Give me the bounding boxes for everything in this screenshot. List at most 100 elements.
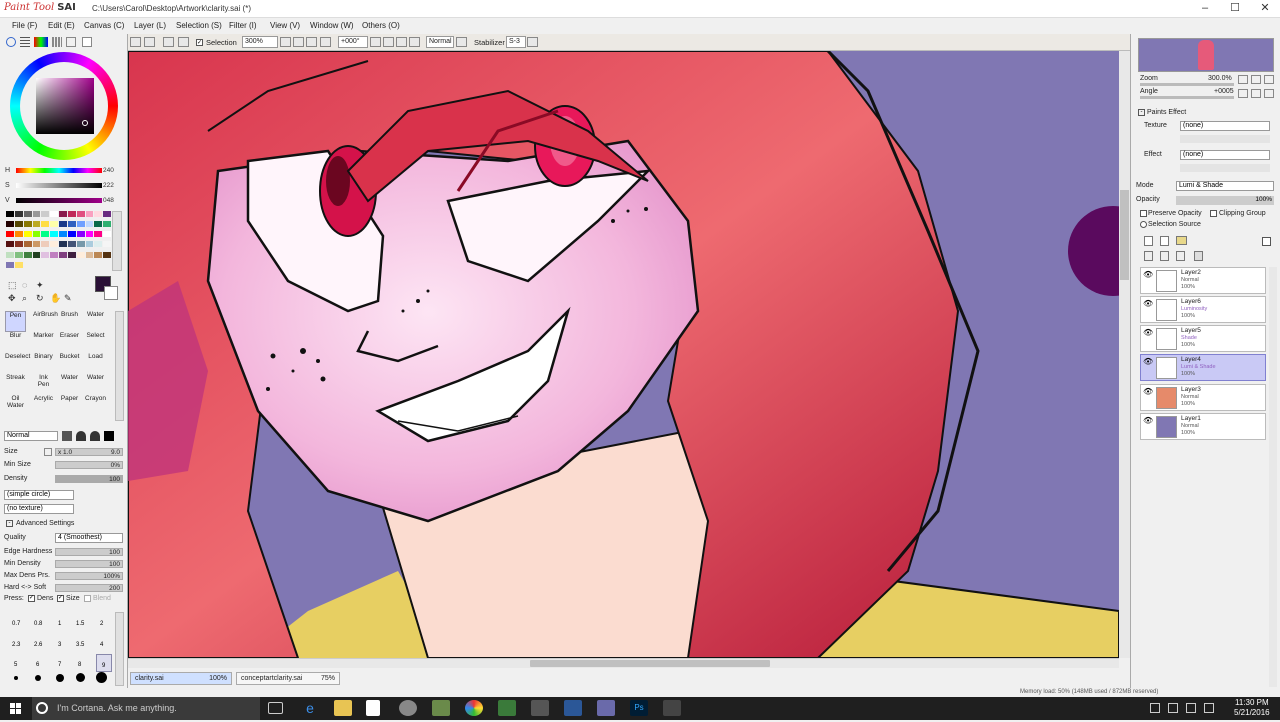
layer-item[interactable]: 👁 Layer3 Normal 100% bbox=[1140, 384, 1266, 411]
clipping-group-checkbox[interactable] bbox=[1210, 210, 1217, 217]
size-mult-icon[interactable] bbox=[44, 448, 52, 456]
menu-others[interactable]: Others (O) bbox=[362, 21, 400, 30]
preserve-opacity-checkbox[interactable] bbox=[1140, 210, 1147, 217]
brush-size-preset[interactable]: 5 bbox=[14, 662, 17, 668]
nav-zoom-in-button[interactable] bbox=[1251, 75, 1261, 84]
brush-size-preset[interactable]: 1.5 bbox=[76, 621, 84, 627]
texture-scale-slider[interactable] bbox=[1180, 135, 1270, 143]
color-swatch[interactable] bbox=[32, 241, 41, 248]
nav-rotate-left-button[interactable] bbox=[1238, 89, 1248, 98]
brush-size-preset[interactable]: 0.8 bbox=[34, 621, 42, 627]
blend-mode-select[interactable]: Normal bbox=[426, 36, 454, 48]
tool-paper[interactable]: Paper bbox=[59, 395, 80, 416]
color-swatch[interactable] bbox=[23, 231, 32, 238]
brush-dot-icon[interactable] bbox=[76, 673, 85, 682]
tool-oil-water[interactable]: Oil Water bbox=[5, 395, 26, 416]
press-dens-checkbox[interactable]: ✓ bbox=[28, 595, 35, 602]
v-slider[interactable] bbox=[16, 198, 102, 203]
nav-rotate-reset-button[interactable] bbox=[1264, 89, 1274, 98]
color-swatch[interactable] bbox=[41, 251, 50, 258]
tool-crayon[interactable]: Crayon bbox=[85, 395, 106, 416]
color-swatch[interactable] bbox=[94, 231, 103, 238]
color-swatch[interactable] bbox=[32, 221, 41, 228]
tool-bucket[interactable]: Bucket bbox=[59, 353, 80, 374]
app-icon[interactable] bbox=[663, 700, 681, 716]
brush-size-preset[interactable]: 0.7 bbox=[12, 621, 20, 627]
rotate-right-button[interactable] bbox=[383, 37, 394, 47]
store-icon[interactable] bbox=[366, 700, 380, 716]
brush-mode-select[interactable]: Normal bbox=[4, 431, 58, 441]
keyboard-icon[interactable] bbox=[1204, 703, 1214, 713]
tool-select[interactable]: Select bbox=[85, 332, 106, 353]
brush-dot-icon[interactable] bbox=[56, 674, 64, 682]
doc-tab-conceptartclarity[interactable]: conceptartclarity.sai 75% bbox=[236, 672, 340, 685]
brush-size-preset[interactable]: 4 bbox=[100, 642, 103, 648]
app-icon[interactable] bbox=[531, 700, 549, 716]
layer-item[interactable]: 👁 Layer2 Normal 100% bbox=[1140, 267, 1266, 294]
color-swatch[interactable] bbox=[6, 221, 14, 228]
menu-layer[interactable]: Layer (L) bbox=[134, 21, 166, 30]
size-bar[interactable]: x 1.0 9.0 bbox=[55, 448, 123, 456]
brush-size-preset[interactable]: 8 bbox=[78, 662, 81, 668]
color-swatch[interactable] bbox=[6, 261, 14, 268]
color-swatch[interactable] bbox=[67, 211, 76, 217]
brush-size-preset[interactable]: 3.5 bbox=[76, 642, 84, 648]
nav-zoom-slider[interactable] bbox=[1140, 83, 1234, 86]
tool-eraser[interactable]: Eraser bbox=[59, 332, 80, 353]
tool-airbrush[interactable]: AirBrush bbox=[33, 311, 58, 332]
tool-water-3[interactable]: Water bbox=[85, 374, 106, 395]
color-swatch[interactable] bbox=[76, 241, 85, 248]
color-swatch[interactable] bbox=[14, 211, 23, 217]
color-swatch[interactable] bbox=[14, 221, 23, 228]
tool-water-2[interactable]: Water bbox=[59, 374, 80, 395]
secondary-color-swatch[interactable] bbox=[104, 286, 118, 300]
color-swatch[interactable] bbox=[85, 241, 94, 248]
brush-shape-soft-icon[interactable] bbox=[90, 431, 100, 441]
photoshop-icon[interactable]: Ps bbox=[630, 700, 648, 716]
color-swatch[interactable] bbox=[103, 221, 111, 228]
file-explorer-icon[interactable] bbox=[334, 700, 352, 716]
new-linework-layer-icon[interactable] bbox=[1160, 236, 1169, 246]
color-swatch[interactable] bbox=[23, 211, 32, 217]
brush-size-preset[interactable]: 2 bbox=[100, 621, 103, 627]
app-icon[interactable] bbox=[432, 700, 450, 716]
menu-filter[interactable]: Filter (I) bbox=[229, 21, 257, 30]
layer-item[interactable]: 👁 Layer1 Normal 100% bbox=[1140, 413, 1266, 440]
color-swatch[interactable] bbox=[94, 211, 103, 217]
brush-dot-icon[interactable] bbox=[35, 675, 41, 681]
color-swatch[interactable] bbox=[41, 231, 50, 238]
menu-edit[interactable]: Edit (E) bbox=[48, 21, 75, 30]
menu-file[interactable]: File (F) bbox=[12, 21, 37, 30]
color-swatch[interactable] bbox=[85, 211, 94, 217]
color-swatch[interactable] bbox=[23, 221, 32, 228]
brush-size-preset[interactable]: 6 bbox=[36, 662, 39, 668]
tool-grid-scrollbar[interactable] bbox=[115, 311, 124, 421]
min-size-bar[interactable]: 0% bbox=[55, 461, 123, 469]
layer-visibility-eye-icon[interactable]: 👁 bbox=[1143, 270, 1153, 280]
color-swatch[interactable] bbox=[50, 221, 58, 228]
deselect-button[interactable] bbox=[144, 37, 155, 47]
nav-zoom-out-button[interactable] bbox=[1238, 75, 1248, 84]
select-all-button[interactable] bbox=[130, 37, 141, 47]
rotate-reset-button[interactable] bbox=[396, 37, 407, 47]
layer-visibility-eye-icon[interactable]: 👁 bbox=[1143, 299, 1153, 309]
color-mixer-tab-icon[interactable] bbox=[52, 37, 62, 47]
color-swatch[interactable] bbox=[41, 211, 50, 217]
brush-size-preset-selected[interactable]: 9 bbox=[96, 654, 112, 672]
blend-dropdown-button[interactable] bbox=[456, 37, 467, 47]
color-swatch[interactable] bbox=[23, 251, 32, 258]
brush-size-preset[interactable]: 1 bbox=[58, 621, 61, 627]
brush-size-preset[interactable]: 3 bbox=[58, 642, 61, 648]
tool-pen[interactable]: Pen bbox=[5, 311, 26, 332]
tool-water[interactable]: Water bbox=[85, 311, 106, 332]
color-swatch[interactable] bbox=[32, 251, 41, 258]
stabilizer-select[interactable]: S-3 bbox=[506, 36, 526, 48]
color-swatch[interactable] bbox=[6, 231, 14, 238]
menu-canvas[interactable]: Canvas (C) bbox=[84, 21, 124, 30]
eyedropper-tool-icon[interactable]: ✎ bbox=[64, 293, 72, 304]
copy-layer-icon[interactable] bbox=[1144, 251, 1153, 261]
color-swatch[interactable] bbox=[67, 221, 76, 228]
layer-visibility-eye-icon[interactable]: 👁 bbox=[1143, 416, 1153, 426]
menu-view[interactable]: View (V) bbox=[270, 21, 300, 30]
drawing-canvas[interactable] bbox=[128, 51, 1119, 658]
